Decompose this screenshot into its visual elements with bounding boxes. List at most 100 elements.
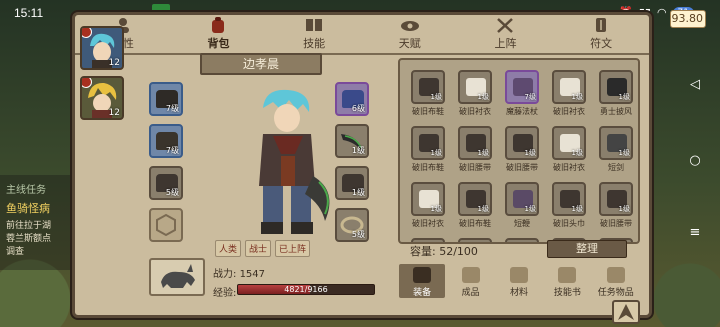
inventory-item[interactable]: 1级短鞭 xyxy=(500,182,544,234)
item-slot: 1级 xyxy=(505,126,539,160)
character-roster: 12 12 xyxy=(80,26,126,126)
item-level: 1级 xyxy=(430,149,442,157)
slot-level: 5级 xyxy=(351,230,365,239)
item-name: 破旧头巾 xyxy=(553,219,585,228)
category-label: 成品 xyxy=(461,288,480,298)
tab-skills[interactable]: 技能 xyxy=(279,17,349,53)
equip-slot-cloak[interactable]: 6级 xyxy=(335,82,369,116)
compass-button[interactable] xyxy=(612,300,640,324)
item-level: 1级 xyxy=(524,149,536,157)
inventory-item[interactable]: 1级破旧衬衣 xyxy=(547,70,591,122)
equip-slot-ring[interactable]: 5级 xyxy=(335,208,369,242)
tab-label: 背包 xyxy=(207,37,230,50)
tab-label: 天赋 xyxy=(398,37,421,50)
equip-slot-weapon[interactable]: 1级 xyxy=(335,124,369,158)
equip-slot-armor[interactable]: 7级 xyxy=(149,124,183,158)
item-slot: 1级 xyxy=(458,126,492,160)
item-level: 1级 xyxy=(430,205,442,213)
power-stat: 战力: 1547 xyxy=(213,265,265,280)
roster-portrait[interactable]: 12 xyxy=(80,76,124,120)
tab-talents[interactable]: 天赋 xyxy=(375,17,445,53)
tab-label: 技能 xyxy=(303,37,326,50)
category-materials[interactable]: 材料 xyxy=(496,267,542,298)
category-quest-items[interactable]: 任务物品 xyxy=(593,267,639,298)
item-name: 破旧衬衣 xyxy=(553,163,585,172)
category-equipment[interactable]: 装备 xyxy=(399,264,446,298)
quest-scroll-icon xyxy=(606,267,625,283)
item-slot: 1级 xyxy=(411,126,445,160)
category-products[interactable]: 成品 xyxy=(448,267,494,298)
item-slot: 1级 xyxy=(552,126,586,160)
inventory-item[interactable]: 1级 勇士披风 xyxy=(594,70,638,122)
inventory-item[interactable]: 1级 短剑 xyxy=(594,126,638,178)
inventory-item[interactable]: 1级 破旧衬衣 xyxy=(453,70,497,122)
inventory-item[interactable]: 1级 破旧布鞋 xyxy=(406,70,450,122)
pet-slot[interactable] xyxy=(149,258,205,296)
inventory-item[interactable]: 1级破旧腰带 xyxy=(500,126,544,178)
home-nav-icon[interactable]: ○ xyxy=(688,154,702,168)
item-slot: 1级 xyxy=(599,70,633,104)
tab-bar: 属性 背包 技能 天赋 上阵 符文 xyxy=(75,15,649,55)
equip-slot-belt[interactable]: 1级 xyxy=(335,166,369,200)
tab-deploy[interactable]: 上阵 xyxy=(470,17,540,53)
item-level: 1级 xyxy=(430,93,442,101)
category-label: 材料 xyxy=(509,288,528,298)
item-level: 7级 xyxy=(524,93,536,101)
equip-slot-boots[interactable]: 5级 xyxy=(149,166,183,200)
roster-level: 12 xyxy=(108,58,120,68)
item-slot: 1级 xyxy=(505,182,539,216)
inventory-item[interactable]: 7级魔藤法杖 xyxy=(500,70,544,122)
item-name: 破旧腰带 xyxy=(506,163,538,172)
tab-backpack[interactable]: 背包 xyxy=(183,17,253,53)
menu-nav-icon[interactable]: ≡ xyxy=(688,226,702,240)
item-level: 1级 xyxy=(571,93,583,101)
inventory-item[interactable]: 1级破旧腰带 xyxy=(453,126,497,178)
item-name: 魔藤法杖 xyxy=(506,107,538,116)
item-slot: 1级 xyxy=(599,126,633,160)
power-value: 1547 xyxy=(239,269,266,280)
item-slot: 1级 xyxy=(599,182,633,216)
inventory-item[interactable]: 1级 破旧布鞋 xyxy=(453,182,497,234)
inventory-item[interactable]: 1级 破旧衬衣 xyxy=(406,182,450,234)
item-name: 短鞭 xyxy=(514,219,530,228)
inventory-item[interactable] xyxy=(500,238,544,242)
back-nav-icon[interactable]: ◁ xyxy=(688,78,702,92)
inventory-item[interactable]: 1级破旧衬衣 xyxy=(547,126,591,178)
category-label: 装备 xyxy=(413,288,432,298)
empty-slot-icon xyxy=(156,213,176,237)
tab-label: 上阵 xyxy=(494,37,517,50)
item-level: 1级 xyxy=(571,149,583,157)
rune-icon xyxy=(596,18,607,32)
item-level: 1级 xyxy=(524,205,536,213)
inventory-item[interactable]: 1级破旧布鞋 xyxy=(406,126,450,178)
hero-figure xyxy=(259,89,330,234)
pot-icon xyxy=(461,267,480,283)
inventory-item[interactable]: 1级 破旧腰带 xyxy=(594,182,638,234)
xp-label: 经验: xyxy=(213,288,237,299)
item-slot: 1级 xyxy=(552,70,586,104)
item-name: 破旧布鞋 xyxy=(412,163,444,172)
slot-level: 6级 xyxy=(351,104,365,113)
equip-slot-accessory[interactable] xyxy=(149,208,183,242)
equip-slot-helmet[interactable]: 7级 xyxy=(149,82,183,116)
scroll-icon xyxy=(558,267,577,283)
arrange-button[interactable]: 整理 xyxy=(547,240,627,258)
backpack-icon xyxy=(212,17,225,33)
tab-label: 符文 xyxy=(590,37,613,50)
hammer-icon xyxy=(413,267,432,283)
item-name: 破旧衬衣 xyxy=(459,107,491,116)
category-skillbooks[interactable]: 技能书 xyxy=(544,267,590,298)
item-slot xyxy=(505,238,539,242)
crate-icon xyxy=(509,267,528,283)
inventory-item[interactable]: 1级 破旧头巾 xyxy=(547,182,591,234)
roster-portrait[interactable]: 12 xyxy=(80,26,124,70)
quest-title: 主线任务 xyxy=(6,185,46,196)
quest-line: 蓉兰斯额点 xyxy=(6,234,52,244)
slot-level: 5级 xyxy=(165,188,179,197)
wifi-icon: ◠ xyxy=(656,6,667,19)
item-name: 破旧衬衣 xyxy=(553,107,585,116)
inventory-panel: 1级 破旧布鞋 1级 破旧衬衣 7级 魔藤法杖 1级 破旧衬衣 1级 勇士披风 1级 破旧布鞋 1级 破旧… xyxy=(398,58,640,244)
xp-bar: 4821/9166 xyxy=(237,284,375,295)
tab-runes[interactable]: 符文 xyxy=(566,17,636,53)
item-name: 破旧腰带 xyxy=(459,163,491,172)
